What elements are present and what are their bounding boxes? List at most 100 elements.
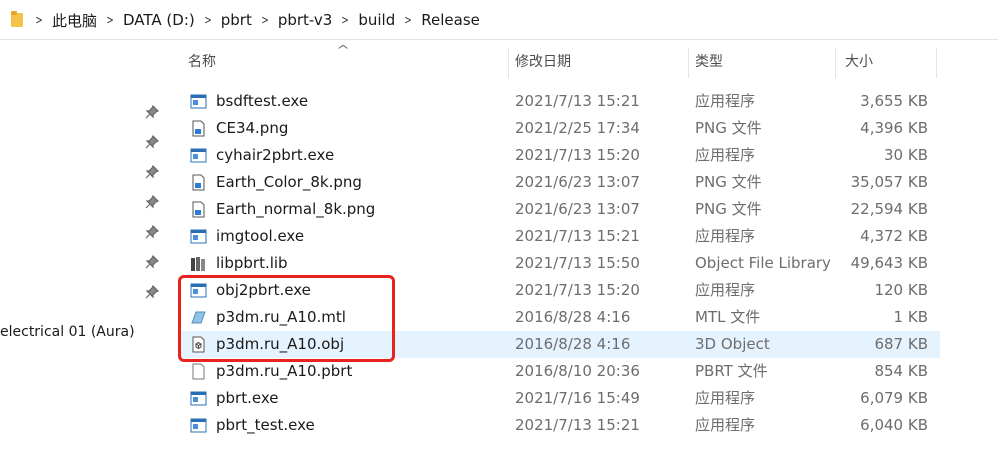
png-file-icon [190, 174, 207, 191]
file-row[interactable]: imgtool.exe 2021/7/13 15:21 应用程序 4,372 KB [180, 223, 940, 250]
file-type: 3D Object [695, 335, 770, 353]
file-size: 120 KB [874, 281, 928, 299]
file-type: 应用程序 [695, 416, 756, 434]
breadcrumb: > 此电脑 > DATA (D:) > pbrt > pbrt-v3 > build > Releas… [29, 0, 483, 40]
file-row[interactable]: bsdftest.exe 2021/7/13 15:21 应用程序 3,655 KB [180, 88, 940, 115]
file-row[interactable]: Earth_Color_8k.png 2021/6/23 13:07 PNG 文件 3… [180, 169, 940, 196]
column-header: ^ 名称 修改日期 类型 大小 [166, 40, 998, 85]
file-name[interactable]: libpbrt.lib [216, 250, 288, 277]
file-type: Object File Library [695, 254, 831, 272]
file-size: 49,643 KB [850, 254, 928, 272]
column-type[interactable]: 类型 [695, 40, 723, 85]
breadcrumb-item[interactable]: pbrt-v3 [275, 11, 336, 29]
file-name[interactable]: bsdftest.exe [216, 88, 308, 115]
breadcrumb-item[interactable]: build [355, 11, 398, 29]
library-icon [190, 255, 207, 272]
folder-icon [11, 11, 23, 27]
pin-icon[interactable] [145, 225, 159, 239]
blank-file-icon [190, 363, 207, 380]
file-name[interactable]: Earth_Color_8k.png [216, 169, 362, 196]
file-modified-date: 2016/8/28 4:16 [515, 308, 631, 326]
file-size: 4,396 KB [860, 119, 928, 137]
file-size: 22,594 KB [850, 200, 928, 218]
column-date[interactable]: 修改日期 [515, 40, 571, 85]
file-list: bsdftest.exe 2021/7/13 15:21 应用程序 3,655 KB C… [180, 88, 940, 439]
exe-icon [190, 147, 207, 164]
exe-icon [190, 417, 207, 434]
file-modified-date: 2021/6/23 13:07 [515, 200, 640, 218]
breadcrumb-item[interactable]: pbrt [218, 11, 255, 29]
file-row[interactable]: cyhair2pbrt.exe 2021/7/13 15:20 应用程序 30 KB [180, 142, 940, 169]
column-name[interactable]: 名称 [188, 40, 216, 85]
png-file-icon [190, 120, 207, 137]
exe-icon [190, 93, 207, 110]
file-size: 35,057 KB [850, 173, 928, 191]
file-name[interactable]: Earth_normal_8k.png [216, 196, 375, 223]
chevron-right-icon[interactable]: > [200, 13, 215, 27]
file-type: MTL 文件 [695, 308, 761, 326]
file-row[interactable]: pbrt_test.exe 2021/7/13 15:21 应用程序 6,040 KB [180, 412, 940, 439]
breadcrumb-item[interactable]: 此电脑 [49, 10, 100, 31]
file-modified-date: 2021/7/13 15:21 [515, 227, 640, 245]
file-row[interactable]: p3dm.ru_A10.pbrt 2016/8/10 20:36 PBRT 文件 85… [180, 358, 940, 385]
file-row[interactable]: libpbrt.lib 2021/7/13 15:50 Object File Li… [180, 250, 940, 277]
file-type: 应用程序 [695, 389, 756, 407]
file-modified-date: 2021/2/25 17:34 [515, 119, 640, 137]
file-type: 应用程序 [695, 92, 756, 110]
file-modified-date: 2016/8/28 4:16 [515, 335, 631, 353]
pin-icon[interactable] [145, 285, 159, 299]
column-divider[interactable] [508, 48, 509, 78]
navigation-pane: electrical 01 (Aura) [0, 40, 166, 453]
pin-icon[interactable] [145, 165, 159, 179]
file-type: 应用程序 [695, 227, 756, 245]
pin-icon[interactable] [145, 105, 159, 119]
file-modified-date: 2021/7/13 15:20 [515, 281, 640, 299]
file-name[interactable]: CE34.png [216, 115, 288, 142]
chevron-right-icon[interactable]: > [32, 13, 47, 27]
pin-icon[interactable] [145, 195, 159, 209]
column-size[interactable]: 大小 [845, 40, 873, 85]
chevron-right-icon[interactable]: > [338, 13, 353, 27]
file-type: PNG 文件 [695, 173, 762, 191]
nav-item-pinned-folder[interactable]: electrical 01 (Aura) [0, 324, 135, 340]
file-size: 3,655 KB [860, 92, 928, 110]
file-name[interactable]: p3dm.ru_A10.pbrt [216, 358, 352, 385]
annotation-highlight-box [178, 275, 395, 362]
column-divider[interactable] [688, 48, 689, 78]
file-modified-date: 2021/7/13 15:21 [515, 416, 640, 434]
file-row[interactable]: pbrt.exe 2021/7/16 15:49 应用程序 6,079 KB [180, 385, 940, 412]
file-modified-date: 2021/7/13 15:50 [515, 254, 640, 272]
file-size: 6,040 KB [860, 416, 928, 434]
chevron-right-icon[interactable]: > [257, 13, 272, 27]
breadcrumb-item[interactable]: DATA (D:) [120, 11, 198, 29]
file-name[interactable]: imgtool.exe [216, 223, 304, 250]
file-name[interactable]: pbrt_test.exe [216, 412, 315, 439]
file-modified-date: 2021/7/13 15:20 [515, 146, 640, 164]
exe-icon [190, 390, 207, 407]
column-divider[interactable] [936, 48, 937, 78]
file-row[interactable]: CE34.png 2021/2/25 17:34 PNG 文件 4,396 KB [180, 115, 940, 142]
file-size: 6,079 KB [860, 389, 928, 407]
file-type: 应用程序 [695, 146, 756, 164]
chevron-right-icon[interactable]: > [103, 13, 118, 27]
file-type: PBRT 文件 [695, 362, 768, 380]
file-modified-date: 2016/8/10 20:36 [515, 362, 640, 380]
file-type: 应用程序 [695, 281, 756, 299]
pin-icon[interactable] [145, 135, 159, 149]
exe-icon [190, 228, 207, 245]
breadcrumb-item[interactable]: Release [418, 11, 483, 29]
file-modified-date: 2021/7/16 15:49 [515, 389, 640, 407]
chevron-right-icon[interactable]: > [401, 13, 416, 27]
file-row[interactable]: Earth_normal_8k.png 2021/6/23 13:07 PNG 文件… [180, 196, 940, 223]
file-name[interactable]: pbrt.exe [216, 385, 278, 412]
png-file-icon [190, 201, 207, 218]
file-size: 687 KB [874, 335, 928, 353]
column-divider[interactable] [835, 48, 836, 78]
file-size: 30 KB [884, 146, 928, 164]
address-bar[interactable]: > 此电脑 > DATA (D:) > pbrt > pbrt-v3 > build > Releas… [0, 0, 998, 40]
file-size: 1 KB [893, 308, 928, 326]
file-name[interactable]: cyhair2pbrt.exe [216, 142, 334, 169]
file-modified-date: 2021/6/23 13:07 [515, 173, 640, 191]
pin-icon[interactable] [145, 255, 159, 269]
file-modified-date: 2021/7/13 15:21 [515, 92, 640, 110]
